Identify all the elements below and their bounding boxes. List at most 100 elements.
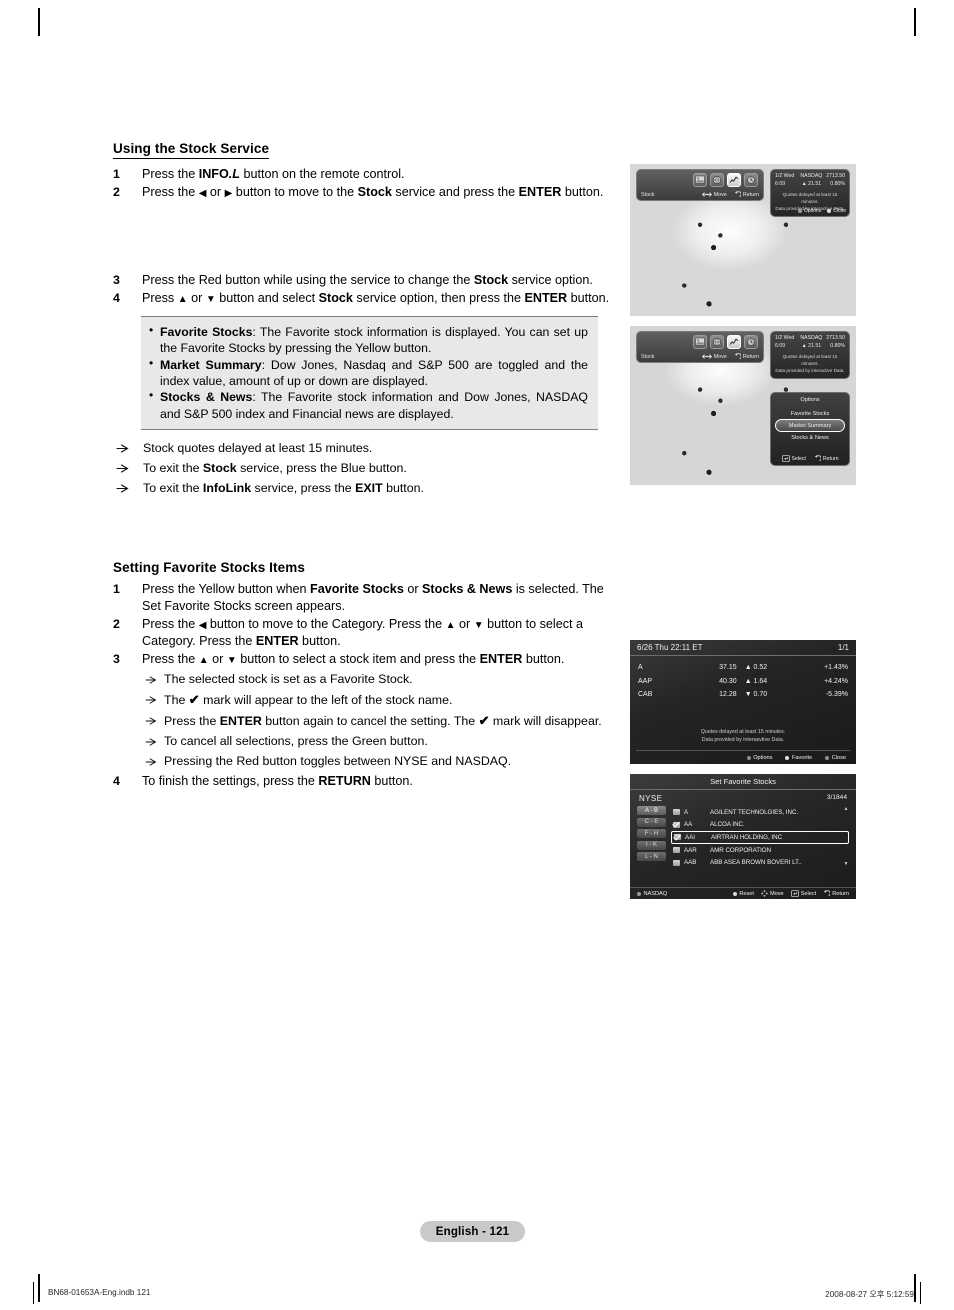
print-mark-right: [920, 1282, 921, 1304]
options-popup-menu: Options Favorite Stocks Market Summary S…: [770, 392, 850, 466]
four-way-arrow-icon: [760, 890, 768, 897]
list-item-selected[interactable]: AAI AIRTRAN HOLDING, INC: [671, 831, 849, 844]
ticker-disclaimer-2: Data provided by interactive Data.: [775, 368, 845, 374]
step-number: 4: [113, 291, 120, 305]
ticker-disclaimer-1: Quotes delayed at least 15 minutes.: [782, 354, 838, 367]
ticker-time: 6:09: [775, 180, 786, 187]
ticker-index-value: 2713.50: [826, 173, 845, 179]
stock-chart-icon[interactable]: [727, 335, 741, 349]
list-item[interactable]: AA ALCOA INC.: [671, 819, 849, 832]
stock-name: AMR CORPORATION: [710, 846, 772, 854]
crop-mark-bottom-left: [38, 1274, 40, 1302]
checkbox[interactable]: [673, 847, 680, 854]
blue-button-dot-icon: [827, 209, 832, 213]
options-menu-item-favorite-stocks[interactable]: Favorite Stocks: [771, 408, 849, 419]
ticker-percent: 0.80%: [830, 180, 845, 187]
stock-change: ▲ 0.52: [744, 664, 768, 671]
checkbox[interactable]: [673, 809, 680, 816]
arrow-bullet-icon: [113, 480, 143, 497]
stock-item-list: A AGILENT TECHNOLGIES, INC. AA ALCOA INC…: [666, 806, 849, 869]
ticker-time: 6:09: [775, 342, 786, 349]
list-item[interactable]: AAB ABB ASEA BROWN BOVERI LT..: [671, 856, 849, 869]
category-list: A - B C - E F - H I - K L - N: [637, 806, 666, 869]
category-i-k[interactable]: I - K: [637, 840, 666, 850]
callout-label: Stocks & News: [160, 390, 253, 405]
table-row[interactable]: AAP 40.30 ▲ 1.64 +4.24%: [638, 675, 848, 689]
table-row[interactable]: A 37.15 ▲ 0.52 +1.43%: [638, 661, 848, 675]
photo-icon[interactable]: [693, 173, 707, 187]
category-f-h[interactable]: F - H: [637, 829, 666, 838]
note-item: Pressing the Red button toggles between …: [142, 753, 618, 771]
favorite-stocks-steps: 1 Press the Yellow button when Favorite …: [113, 581, 618, 668]
yellow-button-dot-icon: [785, 756, 790, 760]
close-hint[interactable]: Close: [827, 208, 846, 214]
return-hint: Return: [734, 191, 759, 198]
options-label: Options: [803, 208, 822, 214]
green-button-dot-icon: [733, 891, 738, 896]
stock-symbol: AAP: [638, 677, 653, 685]
clock-icon[interactable]: [744, 335, 758, 349]
clock-icon[interactable]: [744, 173, 758, 187]
nasdaq-toggle-hint[interactable]: NASDAQ: [637, 891, 733, 897]
divider: [636, 750, 850, 751]
scroll-down-icon[interactable]: ▼: [843, 862, 849, 867]
scroll-up-icon[interactable]: ▲: [843, 807, 849, 812]
tv-screenshot-stock-service: Stock Move Return 1/2 Wed NASDAQ 2713.50…: [630, 164, 856, 316]
service-icon-row: [693, 335, 758, 349]
globe-icon[interactable]: [710, 173, 724, 187]
list-item: Favorite Stocks: The Favorite stock info…: [149, 323, 588, 357]
panel-timestamp: 6/26 Thu 22:11 ET: [637, 643, 703, 652]
checkbox-checked[interactable]: [674, 834, 681, 841]
reset-hint[interactable]: Reset: [733, 890, 754, 897]
ticker-date: 1/2 Wed: [775, 335, 795, 341]
close-hint[interactable]: Close: [825, 755, 846, 761]
list-item: Stocks & News: The Favorite stock inform…: [149, 388, 588, 422]
checkbox[interactable]: [673, 859, 680, 866]
step-item: 2 Press the ◀ button to move to the Cate…: [113, 616, 618, 650]
options-hint[interactable]: Options: [797, 208, 822, 214]
service-icon-row: [693, 173, 758, 187]
note-item: To exit the Stock service, press the Blu…: [113, 460, 618, 478]
stock-chart-icon[interactable]: [727, 173, 741, 187]
scrollbar[interactable]: ▲ ▼: [843, 807, 849, 869]
checkbox-checked[interactable]: [673, 821, 680, 828]
stock-ticker-overlay: 1/2 Wed NASDAQ 2713.50 6:09 ▲ 21.51 0.80…: [770, 169, 850, 217]
photo-icon[interactable]: [693, 335, 707, 349]
category-a-b[interactable]: A - B: [637, 806, 666, 815]
service-bar-hints: Stock Move Return: [637, 191, 763, 198]
step-number: 3: [113, 273, 120, 287]
category-l-n[interactable]: L - N: [637, 852, 666, 861]
arrow-bullet-icon: [113, 440, 143, 457]
selection-count: 3/1844: [826, 794, 847, 801]
return-label: Return: [742, 191, 759, 198]
category-c-e[interactable]: C - E: [637, 817, 666, 827]
stock-ticker: AAI: [685, 833, 695, 841]
return-label: Return: [742, 353, 759, 360]
globe-icon[interactable]: [710, 335, 724, 349]
manual-page: Using the Stock Service 1 Press the INFO…: [0, 0, 954, 1310]
stock-service-steps: 1 Press the INFO.L button on the remote …: [113, 166, 618, 307]
ticker-index-value: 2713.50: [826, 335, 845, 341]
stock-ticker: AA: [684, 821, 693, 829]
favorite-hint[interactable]: Favorite: [785, 755, 812, 761]
service-name-label: Stock: [641, 353, 655, 360]
tv-screenshot-options-menu: Stock Move Return 1/2 Wed NASDAQ 2713.50…: [630, 326, 856, 485]
close-label: Close: [831, 755, 846, 761]
options-menu-item-stocks-and-news[interactable]: Stocks & News: [771, 432, 849, 443]
ticker-percent: 0.80%: [830, 342, 845, 349]
panel-subheader: NYSE 3/1844: [630, 790, 856, 805]
return-hint: Return: [734, 353, 759, 360]
panel-page-indicator: 1/1: [837, 643, 849, 652]
select-label: Select: [800, 890, 817, 897]
stock-symbol: CAB: [638, 691, 653, 699]
options-hint[interactable]: Options: [746, 755, 772, 761]
list-item[interactable]: AAR AMR CORPORATION: [671, 844, 849, 857]
options-menu-item-market-summary[interactable]: Market Summary: [775, 419, 845, 432]
list-item[interactable]: A AGILENT TECHNOLGIES, INC.: [671, 806, 849, 819]
step-item: 4 Press ▲ or ▼ button and select Stock s…: [113, 290, 618, 307]
stock-name: ABB ASEA BROWN BOVERI LT..: [710, 859, 802, 867]
return-arrow-icon: [814, 455, 821, 462]
ticker-footer-hints: Options Close: [797, 208, 846, 214]
table-row[interactable]: CAB 12.28 ▼ 0.70 -5.39%: [638, 688, 848, 702]
return-label: Return: [822, 455, 839, 462]
